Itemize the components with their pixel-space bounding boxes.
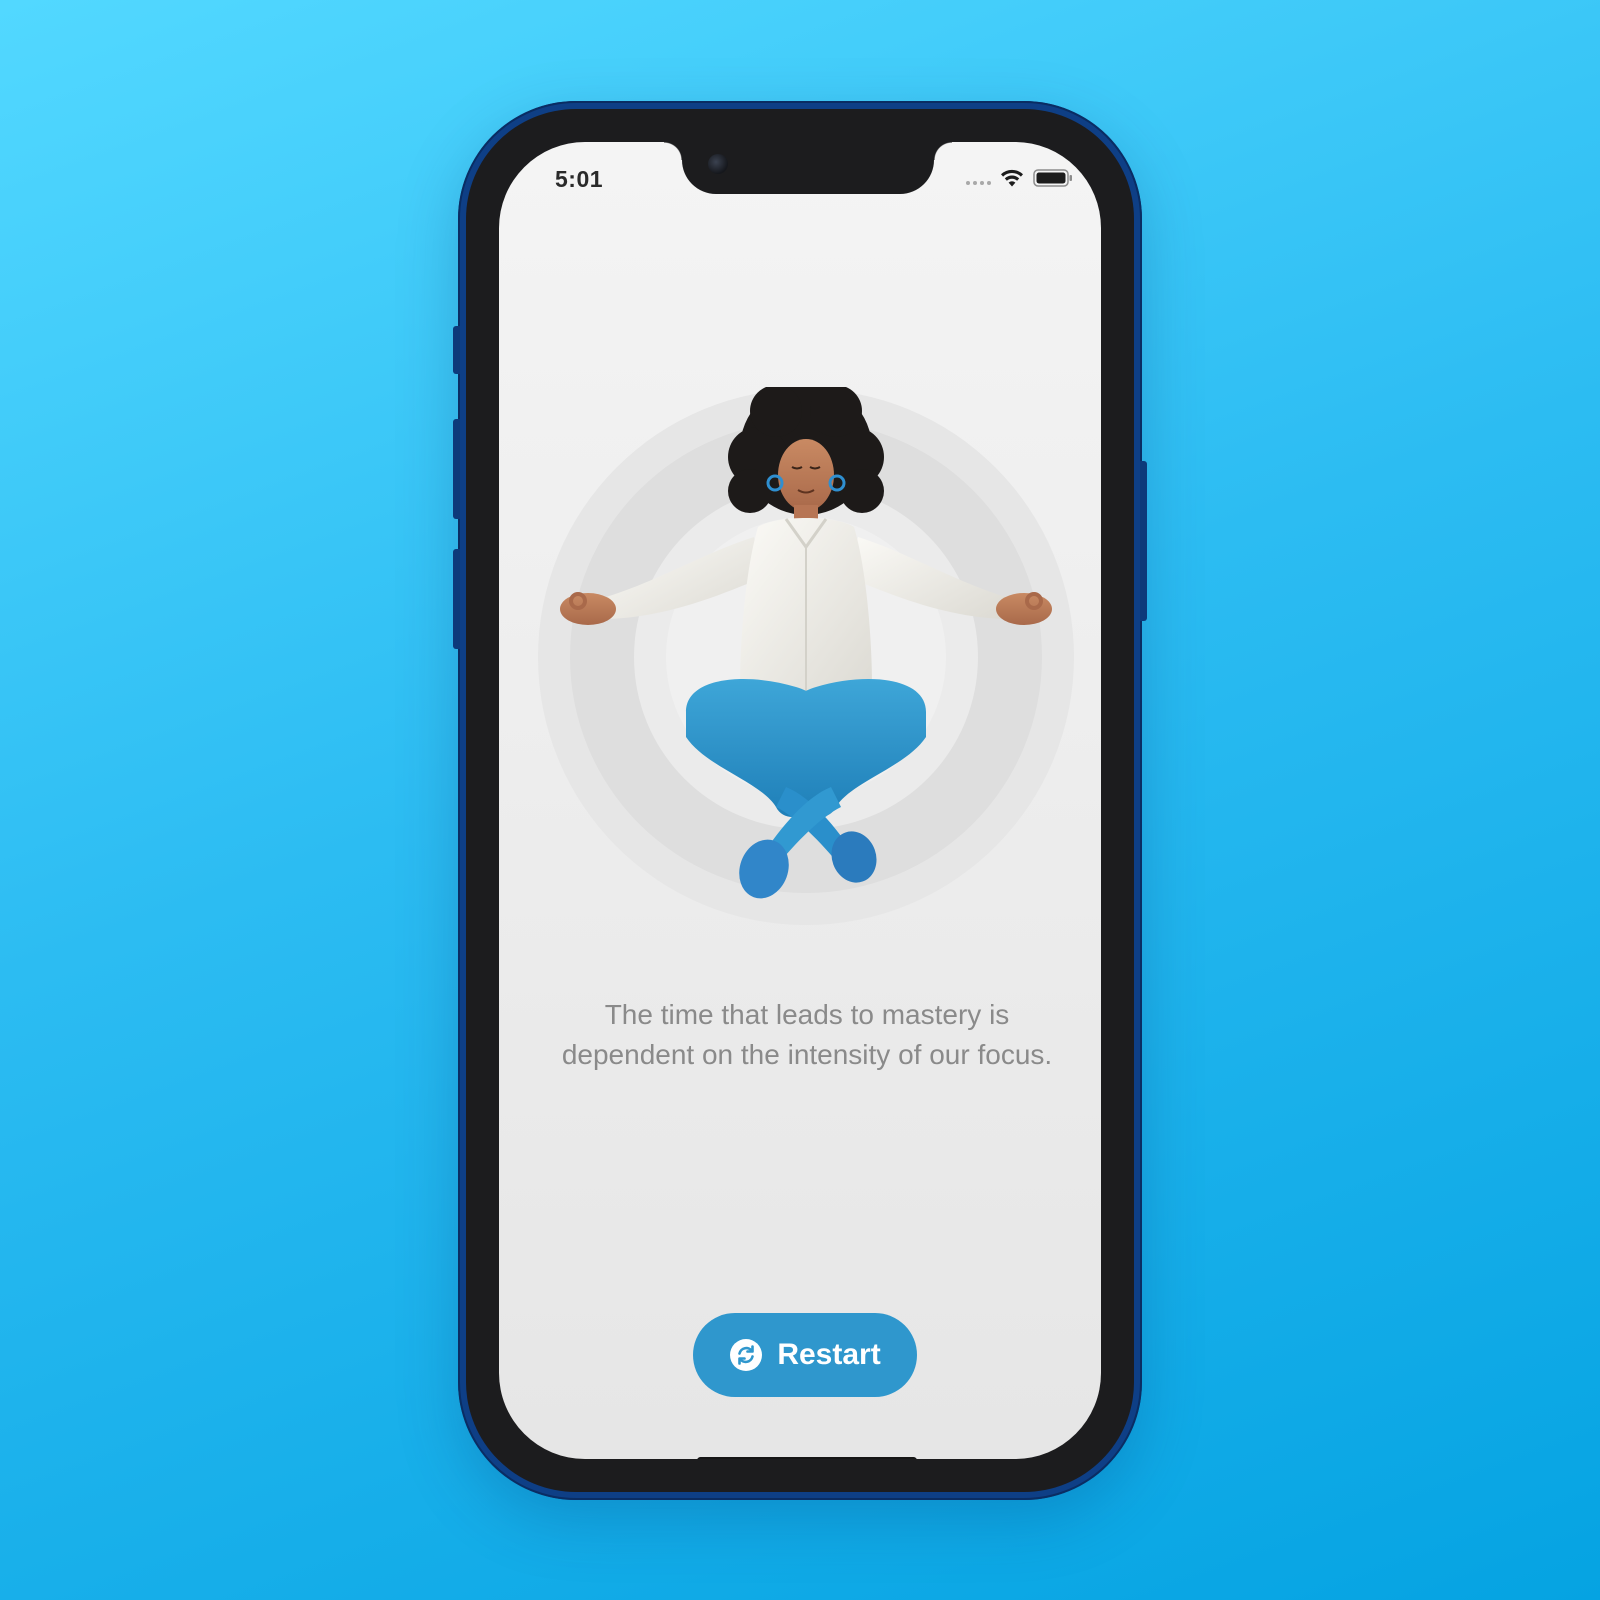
status-icons	[966, 168, 1073, 188]
phone-mockup: 5:01 The time that leads to mastery is d…	[453, 101, 1147, 1500]
volume-up-button	[453, 419, 460, 519]
volume-down-button	[453, 549, 460, 649]
wifi-icon	[1001, 169, 1023, 187]
power-button	[1140, 461, 1147, 621]
mute-switch	[453, 326, 460, 374]
restart-button-label: Restart	[777, 1338, 881, 1371]
notch	[664, 142, 952, 194]
front-camera	[708, 154, 728, 174]
signal-icon	[966, 181, 991, 185]
phone-screen: 5:01 The time that leads to mastery is d…	[499, 142, 1101, 1459]
meditation-illustration	[538, 387, 1074, 925]
restart-icon	[730, 1339, 763, 1371]
restart-button[interactable]: Restart	[693, 1313, 917, 1397]
battery-icon	[1033, 169, 1072, 187]
status-time: 5:01	[555, 166, 604, 192]
home-indicator[interactable]	[697, 1457, 917, 1459]
motivational-quote: The time that leads to mastery is depend…	[561, 999, 1053, 1070]
phone-bezel: 5:01 The time that leads to mastery is d…	[466, 109, 1134, 1492]
